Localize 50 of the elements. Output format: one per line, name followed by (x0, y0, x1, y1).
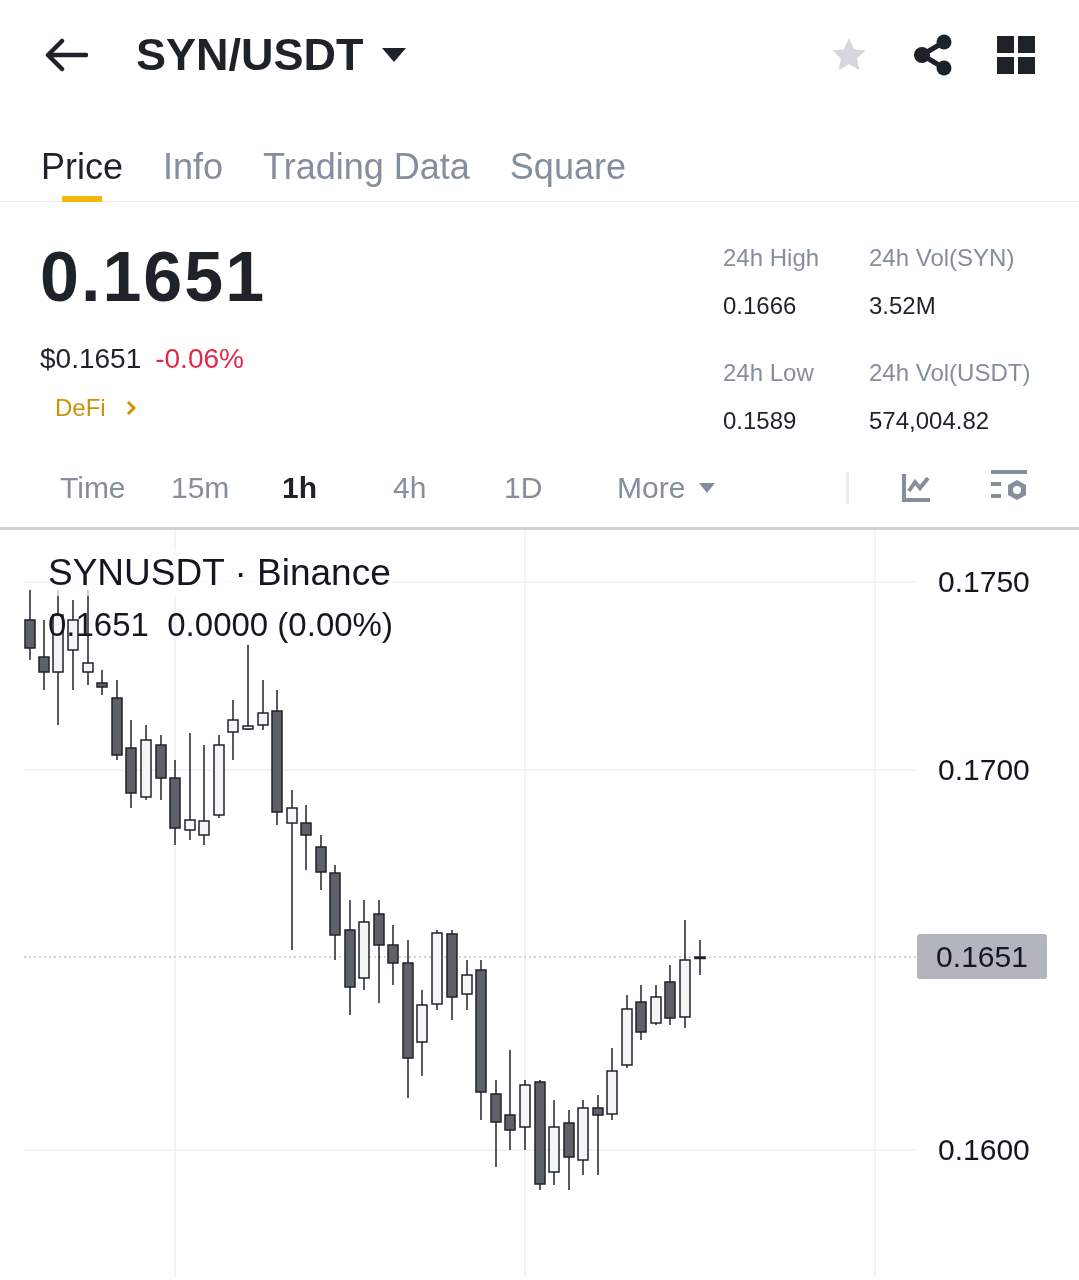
candle (38, 619, 50, 691)
stat-value: 0.1589 (723, 406, 798, 436)
stat-value: 0.1666 (723, 291, 798, 321)
stat-label: 24h Vol(SYN) (869, 243, 1016, 273)
interval-tab[interactable]: 4h (393, 465, 504, 510)
interval-tab[interactable]: 1h (282, 465, 393, 510)
stat-value: 3.52M (869, 291, 937, 321)
stat-value: 574,004.82 (869, 406, 991, 436)
grid-icon[interactable] (997, 36, 1035, 74)
price-axis-label: 0.1700 (938, 755, 1030, 785)
tab[interactable]: Price (41, 110, 124, 202)
candle (664, 964, 676, 1026)
interval-tab[interactable]: Time (60, 465, 171, 510)
candle (387, 924, 399, 986)
tab-indicator (62, 196, 102, 202)
candle (257, 679, 269, 731)
back-arrow-icon[interactable] (44, 38, 88, 72)
last-price: 0.1651 (40, 242, 268, 312)
caret-icon (699, 482, 716, 493)
chart-symbol-label: SYNUSDT · Binance (48, 550, 393, 597)
tab[interactable]: Trading Data (263, 110, 470, 202)
candle (300, 804, 312, 871)
stat-label: 24h Low (723, 358, 815, 388)
usd-price: $0.1651 (40, 342, 142, 376)
candle (155, 734, 167, 801)
candle (650, 984, 662, 1026)
category-tag-link[interactable]: DeFi (55, 390, 136, 426)
candle (315, 834, 327, 891)
more-dropdown[interactable]: More (617, 465, 716, 510)
price-change: -0.06% (155, 342, 244, 376)
price-axis-label: 0.1750 (938, 567, 1030, 597)
last-price-marker: 0.1651 (917, 934, 1047, 979)
pair-selector[interactable]: SYN/USDT (136, 21, 406, 89)
candle (96, 669, 108, 696)
candle (227, 699, 239, 761)
candle (24, 589, 36, 661)
candle (694, 939, 706, 976)
caret-icon (381, 48, 406, 62)
interval-tab[interactable]: 1D (504, 465, 615, 510)
interval-tab[interactable]: 15m (171, 465, 282, 510)
stat-label: 24h Vol(USDT) (869, 358, 1032, 388)
chevron-right-icon (125, 400, 136, 416)
price-axis-label: 0.1600 (938, 1135, 1030, 1165)
chart-indicator-icon[interactable] (901, 472, 931, 503)
share-icon[interactable] (913, 34, 953, 76)
candle (461, 959, 473, 1011)
tab[interactable]: Square (509, 110, 626, 202)
tab[interactable]: Info (163, 110, 224, 202)
candle (635, 984, 647, 1041)
stat-label: 24h High (723, 243, 821, 273)
